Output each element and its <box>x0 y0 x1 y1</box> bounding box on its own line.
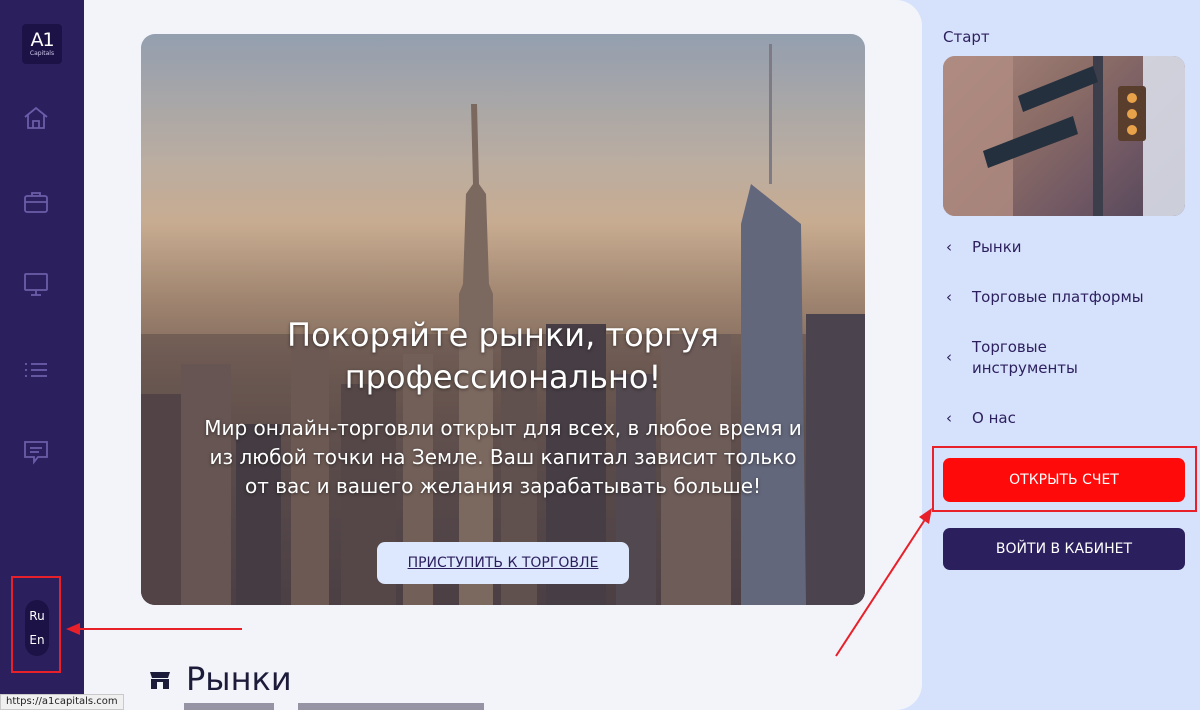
menu-item-about[interactable]: ‹ О нас <box>946 408 1016 429</box>
lang-ru[interactable]: Ru <box>29 609 44 623</box>
start-trading-button[interactable]: ПРИСТУПИТЬ К ТОРГОВЛЕ <box>377 542 629 584</box>
chevron-left-icon: ‹ <box>946 238 952 256</box>
section-heading: Рынки <box>148 660 292 698</box>
home-icon[interactable] <box>22 104 50 132</box>
open-account-button[interactable]: ОТКРЫТЬ СЧЕТ <box>943 458 1185 502</box>
hero-title: Покоряйте рынки, торгуя профессионально! <box>141 314 865 398</box>
logo-subtext: Capitals <box>29 49 55 57</box>
menu-item-instruments[interactable]: ‹ Торговые инструменты <box>946 337 1092 379</box>
logo[interactable]: A1 Capitals <box>22 24 62 64</box>
right-panel: Старт ‹ Рынки ‹ Торговые платформы ‹ Тор… <box>922 0 1200 710</box>
briefcase-icon[interactable] <box>22 188 50 216</box>
section-title: Рынки <box>186 660 292 698</box>
login-button[interactable]: ВОЙТИ В КАБИНЕТ <box>943 528 1185 570</box>
menu-item-label: О нас <box>972 409 1016 427</box>
menu-item-label: Рынки <box>972 238 1022 256</box>
language-switcher-highlight: Ru En <box>11 576 61 673</box>
start-label[interactable]: Старт <box>943 28 990 46</box>
hero-banner: Покоряйте рынки, торгуя профессионально!… <box>141 34 865 605</box>
status-bar-url: https://a1capitals.com <box>0 694 124 710</box>
hero-title-line2: профессионально! <box>344 358 662 396</box>
shop-icon <box>150 672 170 689</box>
monitor-icon[interactable] <box>22 270 50 298</box>
chat-icon[interactable] <box>22 438 50 466</box>
sidebar: A1 Capitals Ru En <box>0 0 84 710</box>
language-switcher[interactable]: Ru En <box>25 600 49 656</box>
main-content: Покоряйте рынки, торгуя профессионально!… <box>84 0 922 710</box>
logo-text: A1 <box>30 28 54 51</box>
section-subtitle-cutoff <box>184 703 484 710</box>
list-icon[interactable] <box>22 356 50 384</box>
hero-title-line1: Покоряйте рынки, торгуя <box>287 316 719 354</box>
hero-description: Мир онлайн-торговли открыт для всех, в л… <box>204 416 802 498</box>
menu-item-label: Торговые инструменты <box>972 338 1078 377</box>
lang-en[interactable]: En <box>29 633 44 647</box>
chevron-left-icon: ‹ <box>946 288 952 306</box>
menu-item-label: Торговые платформы <box>972 288 1144 306</box>
chevron-left-icon: ‹ <box>946 348 952 366</box>
menu-item-platforms[interactable]: ‹ Торговые платформы <box>946 287 1144 308</box>
wall-street-sign-graphic <box>943 56 1185 216</box>
chevron-left-icon: ‹ <box>946 409 952 427</box>
wall-street-image[interactable] <box>943 56 1185 216</box>
menu-item-markets[interactable]: ‹ Рынки <box>946 237 1022 258</box>
